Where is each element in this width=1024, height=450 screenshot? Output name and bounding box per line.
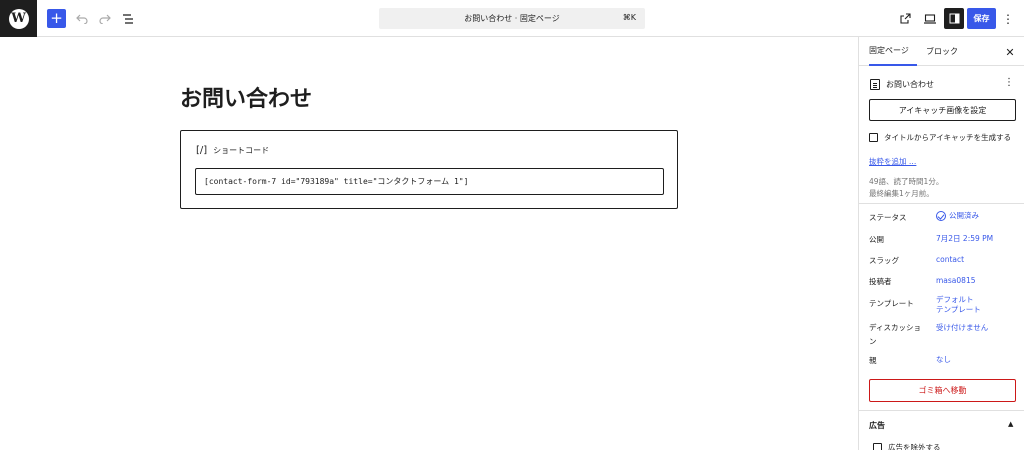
wordpress-logo-icon: W xyxy=(8,8,29,29)
desktop-icon xyxy=(923,13,936,24)
slug-label: スラッグ xyxy=(869,256,899,265)
parent-label: 親 xyxy=(869,356,877,365)
word-count: 49語、読了時間1分。 xyxy=(869,177,944,186)
last-edited: 最終編集1ヶ月前。 xyxy=(869,189,934,198)
more-vertical-icon: ⋮ xyxy=(1002,11,1014,26)
exclude-ads-checkbox-row[interactable]: 広告を除外する xyxy=(873,442,941,450)
shortcode-input[interactable]: [contact-form-7 id="793189a" title="コンタク… xyxy=(195,168,664,195)
exclude-ads-checkbox[interactable] xyxy=(873,443,882,450)
generate-featured-checkbox[interactable] xyxy=(869,133,878,142)
move-to-trash-button[interactable]: ゴミ箱へ移動 xyxy=(869,379,1016,402)
sidebar-panel-icon xyxy=(949,13,959,24)
shortcode-block-title: ショートコード xyxy=(213,146,270,155)
document-summary: お問い合わせ ⋮ xyxy=(870,77,1016,91)
page-icon xyxy=(870,78,880,90)
add-excerpt-link[interactable]: 抜粋を追加 … xyxy=(869,156,916,167)
close-icon: ✕ xyxy=(1005,45,1015,59)
ads-section-title[interactable]: 広告 xyxy=(869,420,885,431)
divider xyxy=(859,203,1024,204)
discussion-label: ディスカッショ ン xyxy=(869,322,931,347)
editor-header: W + お問い合わせ · 固定ページ ⌘K 保存 ⋮ xyxy=(0,0,1024,37)
post-meta-info: 49語、読了時間1分。 最終編集1ヶ月前。 xyxy=(869,176,943,200)
list-view-icon xyxy=(122,13,133,24)
view-page-button[interactable] xyxy=(896,9,915,28)
document-title: お問い合わせ xyxy=(886,79,934,89)
preview-button[interactable] xyxy=(920,9,939,28)
publish-label: 公開 xyxy=(869,235,884,244)
status-value-button[interactable]: 公開済み xyxy=(936,211,979,221)
post-title[interactable]: お問い合わせ xyxy=(180,81,312,113)
generate-featured-checkbox-row[interactable]: タイトルからアイキャッチを生成する xyxy=(869,132,1011,143)
editor-canvas: お問い合わせ [/] ショートコード [contact-form-7 id="7… xyxy=(0,37,858,450)
sidebar-tabs: 固定ページ ブロック ✕ xyxy=(859,37,1024,66)
command-palette-bar[interactable]: お問い合わせ · 固定ページ ⌘K xyxy=(379,8,645,29)
shortcode-block[interactable]: [/] ショートコード [contact-form-7 id="793189a"… xyxy=(180,130,678,209)
shortcode-block-label: [/] ショートコード xyxy=(196,145,269,156)
settings-panel-toggle[interactable] xyxy=(944,8,964,29)
undo-button[interactable] xyxy=(72,9,91,28)
exclude-ads-label: 広告を除外する xyxy=(888,443,941,450)
tab-page[interactable]: 固定ページ xyxy=(869,37,917,66)
discussion-value-button[interactable]: 受け付けません xyxy=(936,323,988,333)
template-value-line2: テンプレート xyxy=(936,305,981,314)
status-label: ステータス xyxy=(869,213,907,222)
tab-block[interactable]: ブロック xyxy=(926,37,966,66)
template-value-button[interactable]: デフォルト テンプレート xyxy=(936,295,981,315)
redo-button[interactable] xyxy=(95,9,114,28)
document-overview-button[interactable] xyxy=(118,9,137,28)
generate-featured-label: タイトルからアイキャッチを生成する xyxy=(884,133,1012,142)
template-label: テンプレート xyxy=(869,299,914,308)
published-check-icon xyxy=(936,211,946,221)
close-sidebar-button[interactable]: ✕ xyxy=(1003,45,1017,59)
divider xyxy=(859,410,1024,411)
status-value: 公開済み xyxy=(949,211,979,220)
discussion-label-line1: ディスカッショ xyxy=(869,323,921,332)
wordpress-logo-button[interactable]: W xyxy=(0,0,37,37)
document-actions-button[interactable]: ⋮ xyxy=(1004,77,1014,88)
command-shortcut: ⌘K xyxy=(622,13,636,22)
author-value-button[interactable]: masa0815 xyxy=(936,276,976,286)
redo-icon xyxy=(98,14,111,24)
add-block-button[interactable]: + xyxy=(47,9,66,28)
save-button[interactable]: 保存 xyxy=(967,8,996,29)
external-link-icon xyxy=(900,13,911,24)
command-title: お問い合わせ · 固定ページ xyxy=(464,14,560,23)
parent-value-button[interactable]: なし xyxy=(936,355,951,365)
options-menu-button[interactable]: ⋮ xyxy=(1001,9,1015,28)
chevron-up-icon[interactable]: ▲ xyxy=(1008,420,1013,428)
undo-icon xyxy=(75,14,88,24)
set-featured-image-button[interactable]: アイキャッチ画像を設定 xyxy=(869,99,1016,121)
discussion-label-line2: ン xyxy=(869,337,877,346)
shortcode-icon: [/] xyxy=(196,145,208,156)
author-label: 投稿者 xyxy=(869,277,892,286)
slug-value-button[interactable]: contact xyxy=(936,255,964,265)
settings-sidebar: 固定ページ ブロック ✕ お問い合わせ ⋮ アイキャッチ画像を設定 タイトルから… xyxy=(858,37,1024,450)
publish-date-button[interactable]: 7月2日 2:59 PM xyxy=(936,234,993,244)
template-value-line1: デフォルト xyxy=(936,295,974,304)
